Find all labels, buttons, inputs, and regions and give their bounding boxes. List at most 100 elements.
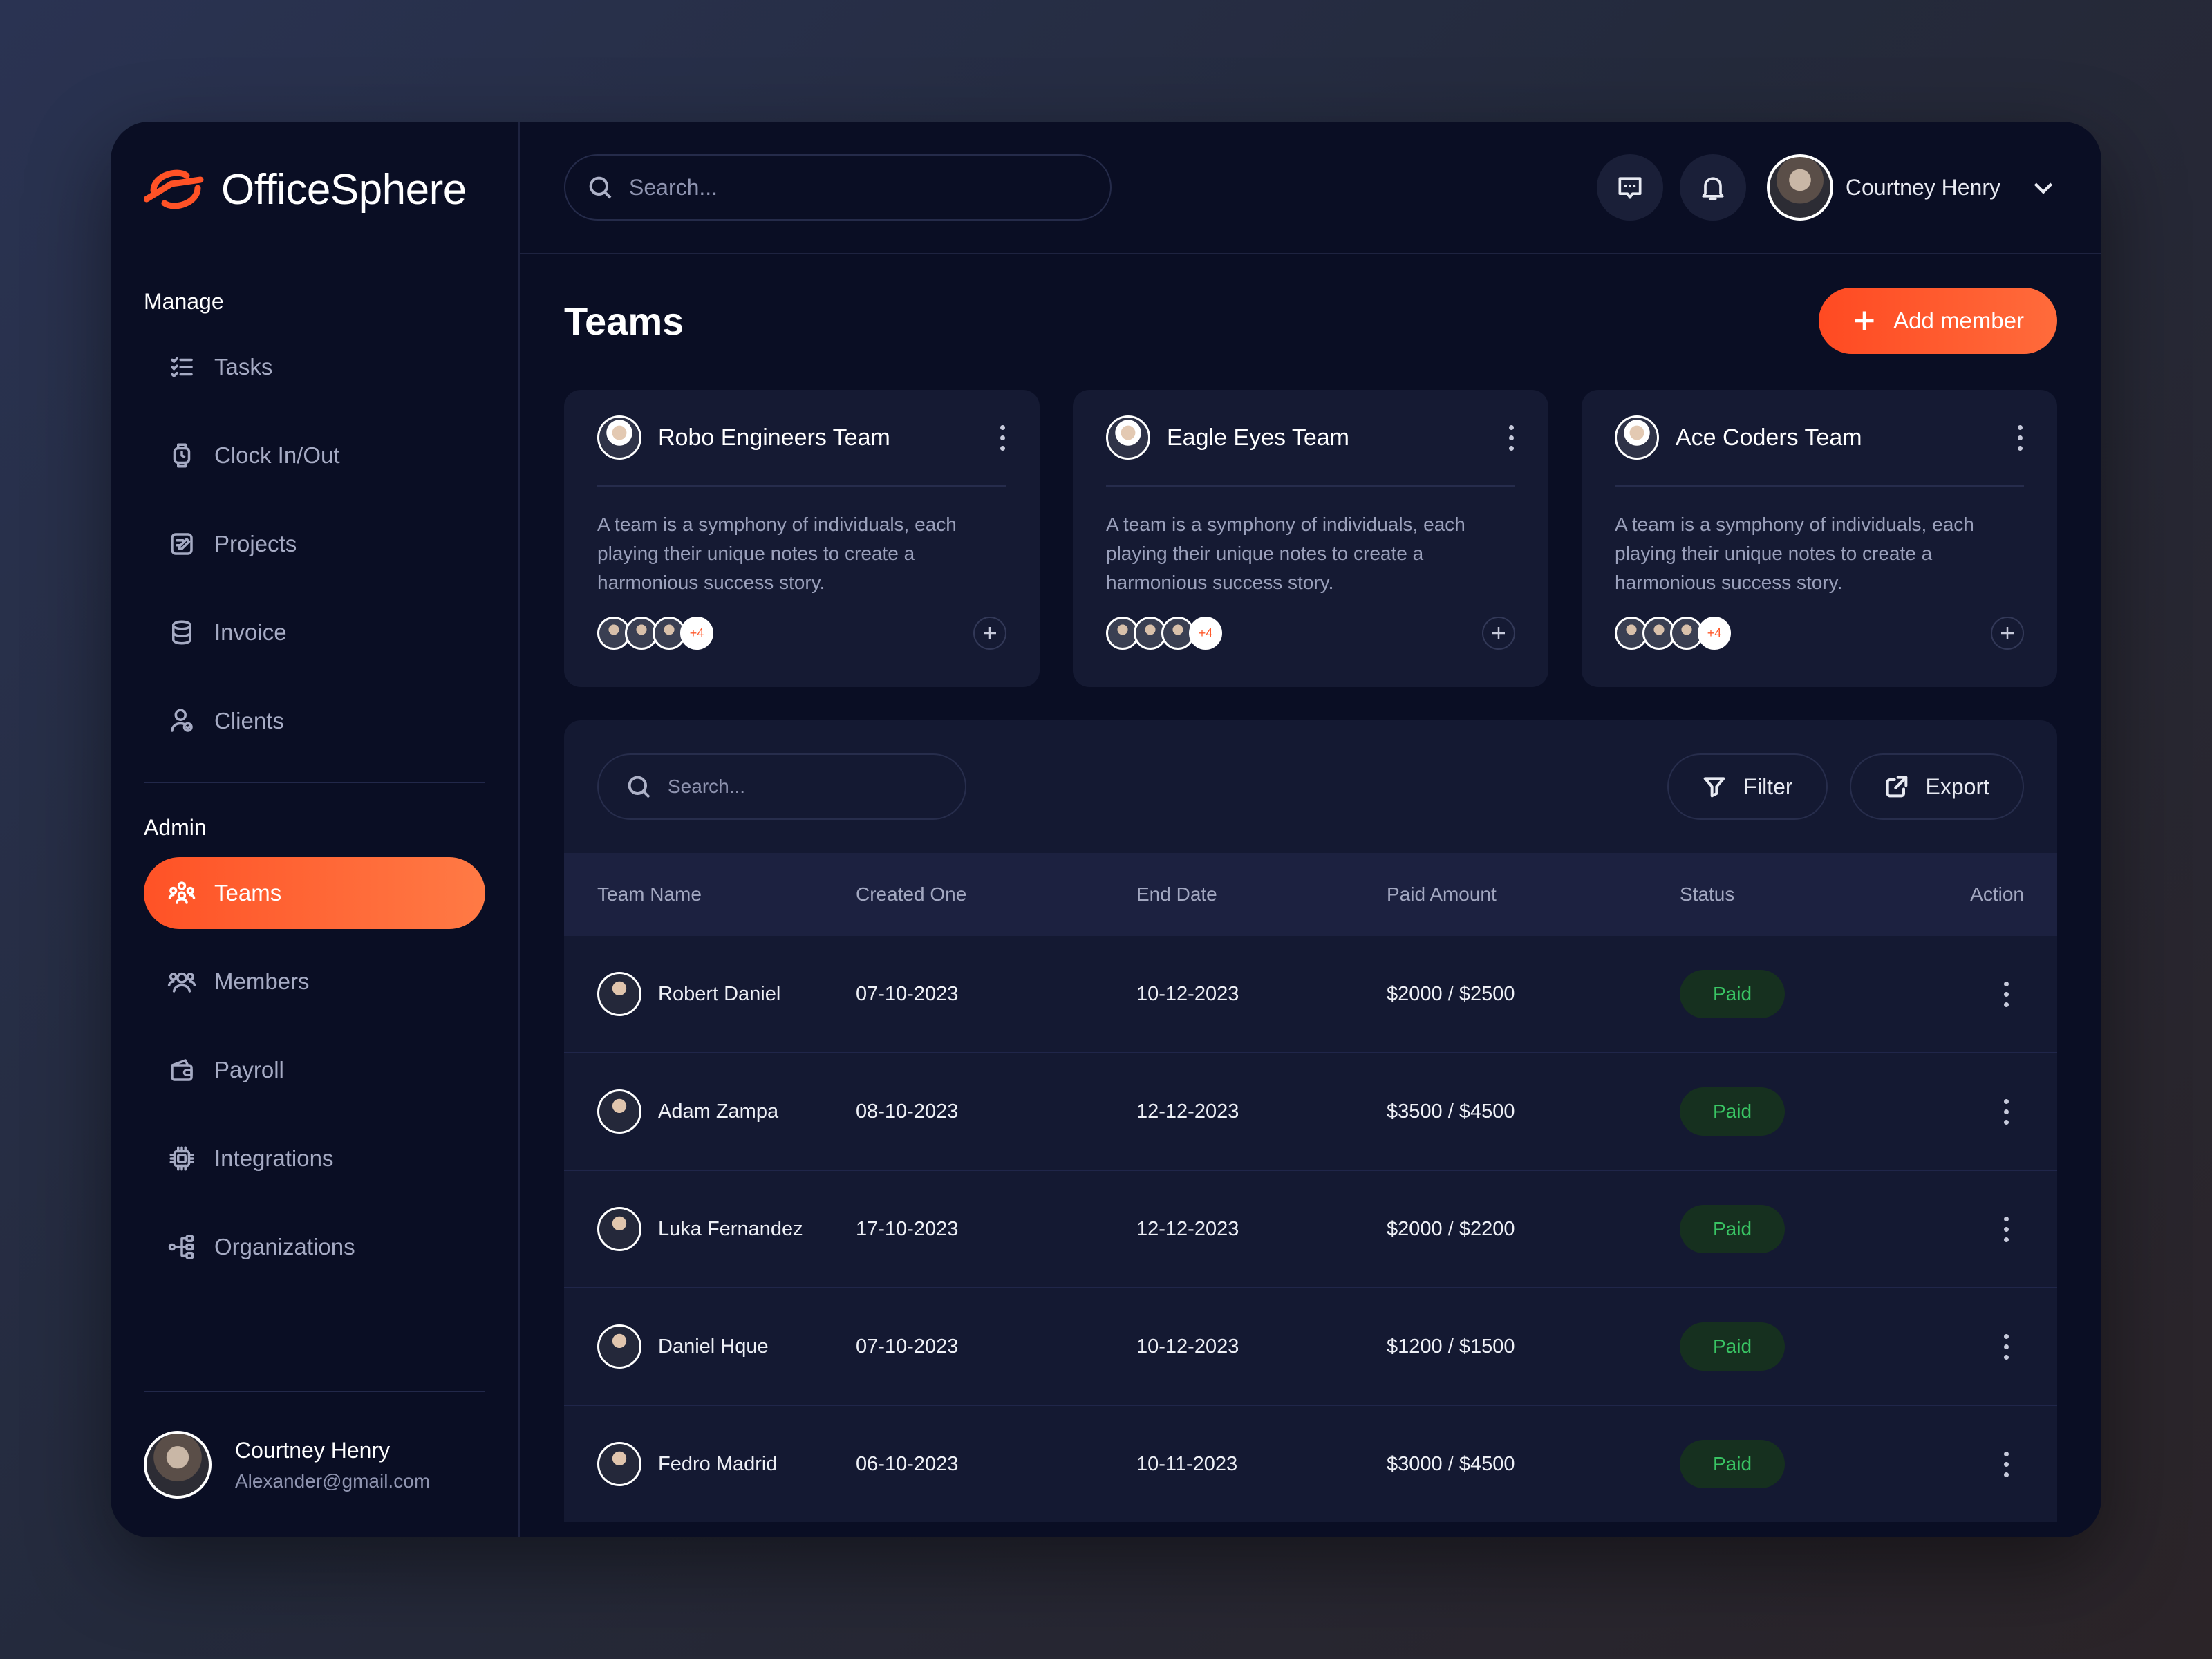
more-options-icon[interactable] xyxy=(1507,424,1515,451)
created-cell: 08-10-2023 xyxy=(856,1100,959,1123)
sidebar-item-label: Clients xyxy=(214,708,284,733)
sidebar-item-invoice[interactable]: Invoice xyxy=(144,597,485,668)
messages-button[interactable] xyxy=(1596,154,1663,221)
wallet-icon xyxy=(171,1059,193,1081)
table-row[interactable]: Daniel Hque 07-10-2023 10-12-2023 $1200 … xyxy=(564,1288,2057,1406)
avatar xyxy=(597,1324,641,1369)
team-name-cell: Robert Daniel xyxy=(658,982,781,1005)
user-name: Courtney Henry xyxy=(1845,174,2000,200)
logo[interactable]: OfficeSphere xyxy=(144,122,485,257)
sidebar-divider xyxy=(144,782,485,783)
sidebar-item-label: Teams xyxy=(214,880,282,906)
created-cell: 17-10-2023 xyxy=(856,1217,959,1240)
column-header[interactable]: Paid Amount xyxy=(1387,883,1680,906)
more-options-icon[interactable] xyxy=(2016,424,2024,451)
sidebar-item-payroll[interactable]: Payroll xyxy=(144,1034,485,1106)
notifications-button[interactable] xyxy=(1679,154,1746,221)
table-row[interactable]: Fedro Madrid 06-10-2023 10-11-2023 $3000… xyxy=(564,1406,2057,1522)
created-cell: 06-10-2023 xyxy=(856,1452,959,1475)
table-row[interactable]: Luka Fernandez 17-10-2023 12-12-2023 $20… xyxy=(564,1171,2057,1288)
profile-email: Alexander@gmail.com xyxy=(235,1470,431,1492)
user-menu[interactable]: Courtney Henry xyxy=(1766,154,2057,221)
logo-icon xyxy=(144,169,204,209)
team-card[interactable]: Ace Coders Team A team is a symphony of … xyxy=(1582,390,2057,687)
column-header[interactable]: End Date xyxy=(1136,883,1387,906)
row-actions-icon[interactable] xyxy=(2002,1216,2010,1242)
filter-label: Filter xyxy=(1743,774,1793,799)
sidebar-item-clients[interactable]: Clients xyxy=(144,685,485,757)
table-row[interactable]: Robert Daniel 07-10-2023 10-12-2023 $200… xyxy=(564,936,2057,1053)
sidebar-profile[interactable]: Courtney Henry Alexander@gmail.com xyxy=(144,1391,485,1499)
column-header[interactable]: Team Name xyxy=(597,883,856,906)
add-member-button[interactable]: Add member xyxy=(1819,288,2057,354)
row-actions-icon[interactable] xyxy=(2002,981,2010,1007)
add-to-team-button[interactable] xyxy=(973,617,1006,650)
column-header[interactable]: Created One xyxy=(856,883,1136,906)
more-members-count: +4 xyxy=(1189,617,1222,650)
sidebar-item-teams[interactable]: Teams xyxy=(144,857,485,929)
database-icon xyxy=(172,620,191,645)
status-badge: Paid xyxy=(1680,1087,1785,1136)
column-header[interactable]: Status xyxy=(1680,883,1873,906)
team-cards: Robo Engineers Team A team is a symphony… xyxy=(564,390,2057,687)
end-date-cell: 10-12-2023 xyxy=(1136,982,1239,1005)
add-member-label: Add member xyxy=(1893,308,2024,333)
sidebar-item-organizations[interactable]: Organizations xyxy=(144,1211,485,1283)
team-name: Eagle Eyes Team xyxy=(1167,424,1349,451)
add-to-team-button[interactable] xyxy=(1991,617,2024,650)
row-actions-icon[interactable] xyxy=(2002,1333,2010,1360)
sidebar-item-integrations[interactable]: Integrations xyxy=(144,1123,485,1194)
team-card[interactable]: Robo Engineers Team A team is a symphony… xyxy=(564,390,1040,687)
export-icon xyxy=(1886,776,1907,798)
avatar xyxy=(1766,154,1833,221)
end-date-cell: 12-12-2023 xyxy=(1136,1217,1239,1240)
sidebar-item-members[interactable]: Members xyxy=(144,946,485,1018)
sidebar-item-clock[interactable]: Clock In/Out xyxy=(144,420,485,491)
end-date-cell: 10-11-2023 xyxy=(1136,1452,1238,1475)
sidebar-item-label: Invoice xyxy=(214,619,287,645)
table-search-input[interactable]: Search... xyxy=(597,753,966,820)
search-icon xyxy=(628,776,650,798)
plus-icon xyxy=(2001,627,2014,639)
topbar: Search... Courtney Henry xyxy=(520,122,2101,254)
paid-amount-cell: $1200 / $1500 xyxy=(1387,1335,1515,1358)
export-button[interactable]: Export xyxy=(1849,753,2024,820)
table-search-placeholder: Search... xyxy=(668,776,746,797)
team-avatar xyxy=(597,415,641,460)
team-description: A team is a symphony of individuals, eac… xyxy=(1615,514,1974,593)
status-badge: Paid xyxy=(1680,1205,1785,1253)
app-window: OfficeSphere Manage Tasks Clock In/Out P… xyxy=(111,122,2101,1537)
status-badge: Paid xyxy=(1680,970,1785,1018)
team-card[interactable]: Eagle Eyes Team A team is a symphony of … xyxy=(1073,390,1548,687)
team-name: Ace Coders Team xyxy=(1676,424,1862,451)
end-date-cell: 12-12-2023 xyxy=(1136,1100,1239,1123)
status-badge: Paid xyxy=(1680,1322,1785,1371)
table-header: Team Name Created One End Date Paid Amou… xyxy=(564,853,2057,936)
filter-button[interactable]: Filter xyxy=(1667,753,1828,820)
profile-name: Courtney Henry xyxy=(235,1437,391,1463)
sidebar-item-label: Tasks xyxy=(214,354,273,379)
row-actions-icon[interactable] xyxy=(2002,1098,2010,1125)
add-to-team-button[interactable] xyxy=(1482,617,1515,650)
sidebar-item-tasks[interactable]: Tasks xyxy=(144,331,485,403)
table-row[interactable]: Adam Zampa 08-10-2023 12-12-2023 $3500 /… xyxy=(564,1053,2057,1171)
paid-amount-cell: $2000 / $2500 xyxy=(1387,982,1515,1005)
member-avatars: +4 xyxy=(597,617,713,650)
more-options-icon[interactable] xyxy=(998,424,1006,451)
search-input[interactable]: Search... xyxy=(564,154,1112,221)
more-members-count: +4 xyxy=(680,617,713,650)
main-area: Search... Courtney Henry Teams Add membe… xyxy=(520,122,2101,1537)
paid-amount-cell: $2000 / $2200 xyxy=(1387,1217,1515,1240)
row-actions-icon[interactable] xyxy=(2002,1451,2010,1477)
teams-table: Search... Filter Export Team Name Create… xyxy=(564,720,2057,1522)
avatar xyxy=(597,972,641,1016)
sidebar-item-label: Payroll xyxy=(214,1057,284,1082)
sidebar: OfficeSphere Manage Tasks Clock In/Out P… xyxy=(111,122,520,1537)
chat-icon xyxy=(1618,177,1642,199)
filter-icon xyxy=(1704,777,1725,798)
team-avatar xyxy=(1615,415,1659,460)
team-name-cell: Daniel Hque xyxy=(658,1335,769,1358)
admin-section-title: Admin xyxy=(144,815,207,840)
sidebar-item-projects[interactable]: Projects xyxy=(144,508,485,580)
sidebar-item-label: Clock In/Out xyxy=(214,442,340,468)
